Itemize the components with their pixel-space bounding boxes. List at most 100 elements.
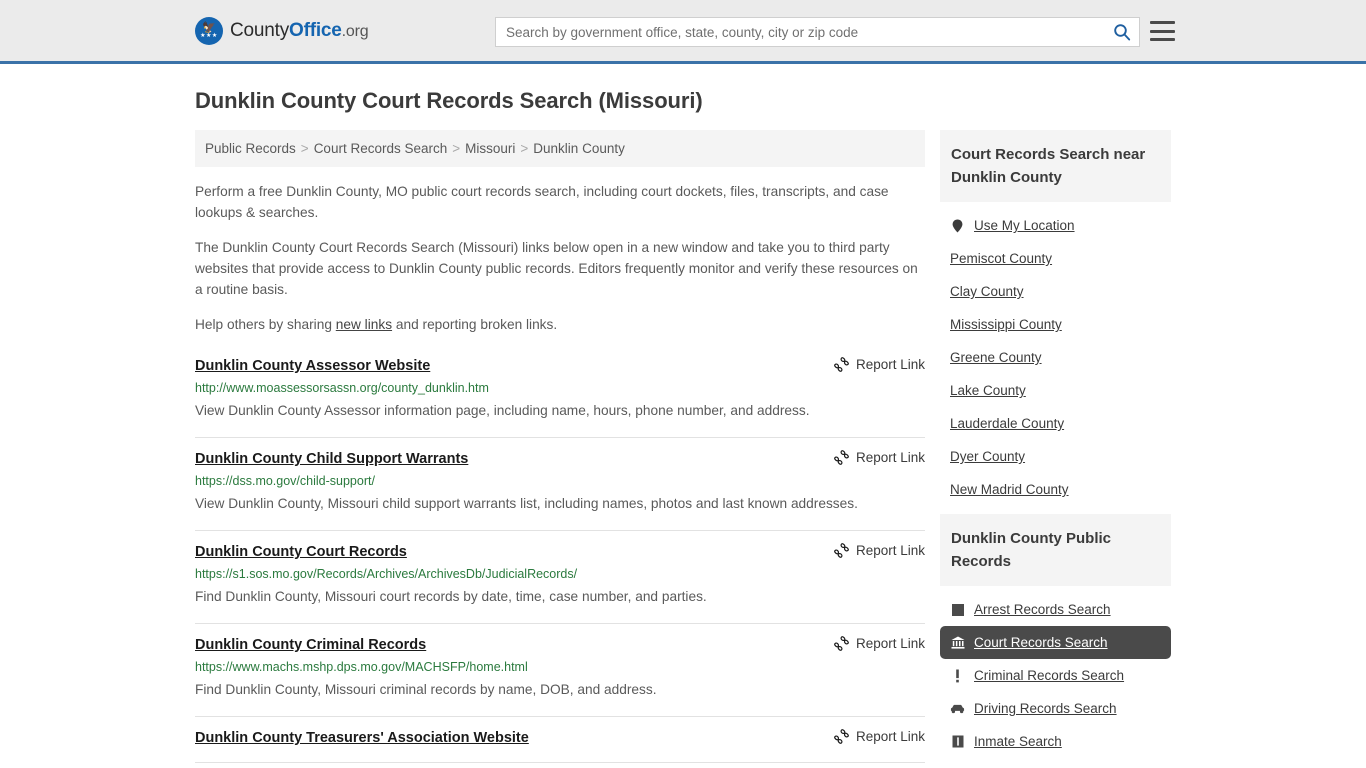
courthouse-icon <box>950 636 965 649</box>
menu-bar-2 <box>1150 29 1175 33</box>
breadcrumb-separator: > <box>520 141 529 156</box>
breadcrumb-item-public-records[interactable]: Public Records <box>205 141 296 156</box>
report-link-button[interactable]: Report Link <box>820 543 925 558</box>
sidebar-item-greene-county[interactable]: Greene County <box>940 341 1171 374</box>
report-link-button[interactable]: Report Link <box>820 636 925 651</box>
sidebar-item-label: Use My Location <box>974 218 1075 233</box>
main-content: Public Records > Court Records Search > Miss… <box>195 130 925 768</box>
new-links-link[interactable]: new links <box>336 317 392 332</box>
search-button[interactable] <box>1105 18 1139 46</box>
map-pin-icon <box>950 219 965 233</box>
sidebar-item-label: Lauderdale County <box>950 416 1065 431</box>
result-description: Find Dunklin County, Missouri criminal r… <box>195 682 657 697</box>
result-url: https://www.machs.mshp.dps.mo.gov/MACHSF… <box>195 660 528 674</box>
search-input[interactable] <box>496 18 1105 46</box>
sidebar-item-court-records-search[interactable]: Court Records Search <box>940 626 1171 659</box>
report-link-label: Report Link <box>855 450 925 465</box>
broken-link-icon <box>834 636 849 651</box>
result-title-link[interactable]: Dunklin County Court Records <box>195 543 407 562</box>
sidebar-item-label: New Madrid County <box>950 482 1069 497</box>
intro-section: Perform a free Dunklin County, MO public… <box>195 181 925 335</box>
sidebar-item-lauderdale-county[interactable]: Lauderdale County <box>940 407 1171 440</box>
sidebar-item-criminal-records-search[interactable]: Criminal Records Search <box>940 659 1171 692</box>
eagle-emblem-icon: 🦅 ★★★ <box>195 16 223 45</box>
content-columns: Public Records > Court Records Search > Miss… <box>195 130 1171 768</box>
result-title-link[interactable]: Dunklin County Child Support Warrants <box>195 450 468 469</box>
fingerprint-icon <box>950 603 965 616</box>
hamburger-menu-icon[interactable] <box>1150 21 1175 41</box>
public-records-panel: Dunklin County Public Records Arrest Rec… <box>940 514 1171 758</box>
result-title-link[interactable]: Dunklin County Criminal Records <box>195 636 426 655</box>
sidebar-item-dyer-county[interactable]: Dyer County <box>940 440 1171 473</box>
intro-paragraph-1: Perform a free Dunklin County, MO public… <box>195 184 889 220</box>
result-item: Dunklin County Criminal Records Report L… <box>195 636 925 717</box>
sidebar-item-arrest-records-search[interactable]: Arrest Records Search <box>940 593 1171 626</box>
result-title-link[interactable]: Dunklin County Assessor Website <box>195 357 430 376</box>
nearby-panel-list: Use My Location Pemiscot County Clay Cou… <box>940 202 1171 506</box>
site-logo[interactable]: 🦅 ★★★ CountyOffice.org <box>195 16 369 45</box>
broken-link-icon <box>834 729 849 744</box>
result-item: Dunklin County Court Records Report Link… <box>195 543 925 624</box>
sidebar-item-label: Mississippi County <box>950 317 1062 332</box>
report-link-button[interactable]: Report Link <box>820 729 925 744</box>
sidebar-item-pemiscot-county[interactable]: Pemiscot County <box>940 242 1171 275</box>
report-link-label: Report Link <box>855 636 925 651</box>
sidebar-item-driving-records-search[interactable]: Driving Records Search <box>940 692 1171 725</box>
sidebar-item-label: Lake County <box>950 383 1026 398</box>
intro-paragraph-3: Help others by sharing new links and rep… <box>195 314 925 335</box>
sidebar-item-use-my-location[interactable]: Use My Location <box>940 209 1171 242</box>
nearby-panel-title: Court Records Search near Dunklin County <box>940 130 1171 202</box>
sidebar-item-clay-county[interactable]: Clay County <box>940 275 1171 308</box>
result-description: Find Dunklin County, Missouri court reco… <box>195 589 707 604</box>
results-list: Dunklin County Assessor Website Report L… <box>195 355 925 763</box>
result-description: View Dunklin County, Missouri child supp… <box>195 496 858 511</box>
breadcrumb-item-dunklin-county[interactable]: Dunklin County <box>533 141 625 156</box>
brand-bold: Office <box>289 19 342 41</box>
report-link-button[interactable]: Report Link <box>820 450 925 465</box>
breadcrumb-item-missouri[interactable]: Missouri <box>465 141 515 156</box>
sidebar-item-label: Criminal Records Search <box>974 668 1125 683</box>
search-bar <box>495 17 1140 47</box>
report-link-button[interactable]: Report Link <box>820 357 925 372</box>
sidebar-item-label: Clay County <box>950 284 1024 299</box>
sidebar-item-label: Pemiscot County <box>950 251 1053 266</box>
result-header: Dunklin County Assessor Website Report L… <box>195 357 925 376</box>
result-header: Dunklin County Child Support Warrants Re… <box>195 450 925 469</box>
result-title-link[interactable]: Dunklin County Treasurers' Association W… <box>195 729 529 748</box>
sidebar-item-new-madrid-county[interactable]: New Madrid County <box>940 473 1171 506</box>
sidebar-item-label: Dyer County <box>950 449 1026 464</box>
public-records-panel-list: Arrest Records Search Court Records Sear… <box>940 586 1171 758</box>
exclamation-icon <box>950 669 965 683</box>
sidebar-item-lake-county[interactable]: Lake County <box>940 374 1171 407</box>
sidebar-item-label: Court Records Search <box>974 635 1108 650</box>
brand-tld: .org <box>341 22 369 40</box>
sidebar: Court Records Search near Dunklin County… <box>940 130 1171 766</box>
result-header: Dunklin County Court Records Report Link <box>195 543 925 562</box>
result-item: Dunklin County Child Support Warrants Re… <box>195 450 925 531</box>
report-link-label: Report Link <box>855 543 925 558</box>
sidebar-item-mississippi-county[interactable]: Mississippi County <box>940 308 1171 341</box>
nearby-panel: Court Records Search near Dunklin County… <box>940 130 1171 506</box>
intro-paragraph-2: The Dunklin County Court Records Search … <box>195 240 918 297</box>
broken-link-icon <box>834 357 849 372</box>
public-records-panel-title: Dunklin County Public Records <box>940 514 1171 586</box>
breadcrumb-separator: > <box>300 141 309 156</box>
result-description: View Dunklin County Assessor information… <box>195 403 810 418</box>
breadcrumb-item-court-records-search[interactable]: Court Records Search <box>314 141 448 156</box>
result-header: Dunklin County Treasurers' Association W… <box>195 729 925 748</box>
share-text-after: and reporting broken links. <box>392 317 558 332</box>
brand-primary: County <box>230 19 290 41</box>
broken-link-icon <box>834 543 849 558</box>
result-url: https://dss.mo.gov/child-support/ <box>195 474 375 488</box>
jail-icon <box>950 735 965 748</box>
result-url: https://s1.sos.mo.gov/Records/Archives/A… <box>195 567 578 581</box>
menu-bar-3 <box>1150 38 1175 41</box>
car-icon <box>950 704 965 714</box>
broken-link-icon <box>834 450 849 465</box>
site-header: 🦅 ★★★ CountyOffice.org <box>0 0 1366 64</box>
sidebar-item-inmate-search[interactable]: Inmate Search <box>940 725 1171 758</box>
sidebar-item-label: Greene County <box>950 350 1042 365</box>
report-link-label: Report Link <box>855 357 925 372</box>
result-url: http://www.moassessorsassn.org/county_du… <box>195 381 489 395</box>
search-icon <box>1114 24 1131 41</box>
